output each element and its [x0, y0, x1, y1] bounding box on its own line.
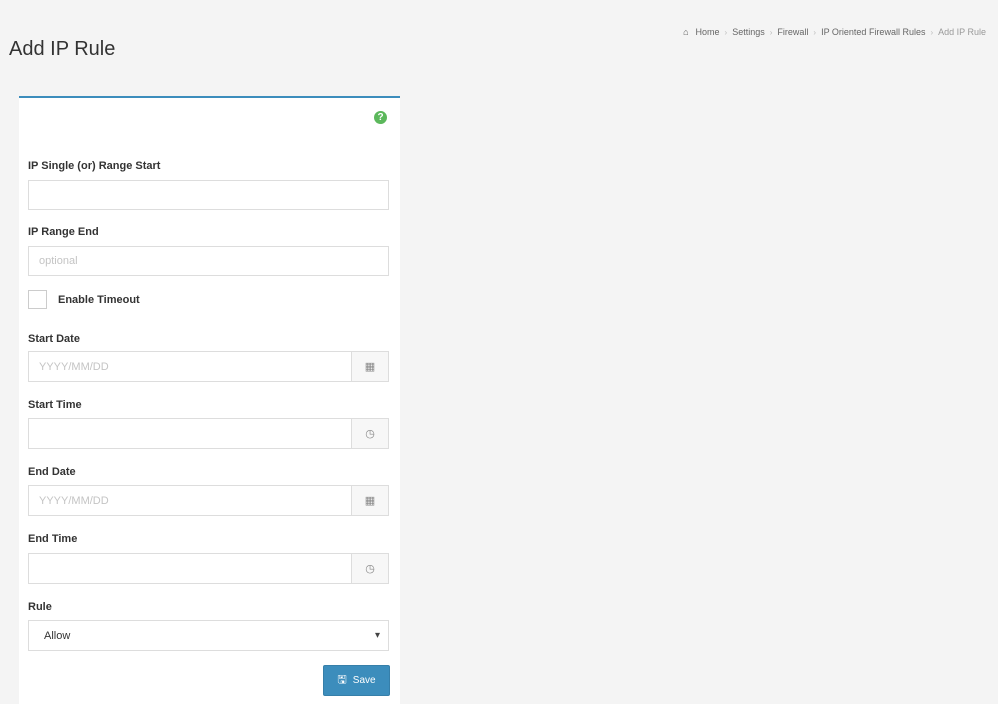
breadcrumb-separator: › — [769, 27, 773, 37]
chevron-down-icon: ▾ — [374, 630, 380, 641]
ip-start-label: IP Single (or) Range Start — [28, 160, 161, 172]
add-ip-rule-form: ? IP Single (or) Range Start IP Range En… — [19, 96, 400, 704]
breadcrumb-home[interactable]: Home — [696, 27, 720, 37]
breadcrumb-separator: › — [813, 27, 817, 37]
ip-end-label: IP Range End — [28, 226, 99, 238]
ip-start-input[interactable] — [28, 180, 389, 210]
breadcrumb-settings[interactable]: Settings — [732, 27, 765, 37]
start-time-label: Start Time — [28, 399, 82, 411]
end-time-label: End Time — [28, 533, 78, 545]
end-time-input[interactable] — [28, 553, 351, 584]
clock-icon[interactable]: ◷ — [351, 418, 389, 449]
end-date-input[interactable] — [28, 485, 351, 516]
end-date-group: ▦ — [28, 485, 389, 516]
start-date-label: Start Date — [28, 333, 80, 345]
ip-end-input[interactable] — [28, 246, 389, 276]
rule-select[interactable]: Allow ▾ — [28, 620, 389, 651]
end-time-group: ◷ — [28, 553, 389, 584]
breadcrumb-separator: › — [724, 27, 728, 37]
calendar-icon[interactable]: ▦ — [351, 485, 389, 516]
question-circle-icon[interactable]: ? — [374, 111, 387, 124]
start-date-group: ▦ — [28, 351, 389, 382]
page-title: Add IP Rule — [9, 38, 116, 60]
breadcrumb-separator: › — [930, 27, 934, 37]
end-date-label: End Date — [28, 466, 76, 478]
save-button[interactable]: 🖫 Save — [323, 665, 390, 696]
breadcrumb: ⌂ Home › Settings › Firewall › IP Orient… — [683, 27, 986, 37]
start-time-input[interactable] — [28, 418, 351, 449]
clock-icon[interactable]: ◷ — [351, 553, 389, 584]
start-time-group: ◷ — [28, 418, 389, 449]
home-icon: ⌂ — [683, 27, 689, 37]
start-date-input[interactable] — [28, 351, 351, 382]
enable-timeout-label: Enable Timeout — [58, 293, 140, 306]
breadcrumb-firewall[interactable]: Firewall — [777, 27, 808, 37]
enable-timeout-row: Enable Timeout — [28, 290, 140, 309]
save-icon: 🖫 — [337, 674, 347, 686]
breadcrumb-ip-rules[interactable]: IP Oriented Firewall Rules — [821, 27, 925, 37]
rule-selected-value: Allow — [44, 629, 71, 642]
rule-label: Rule — [28, 601, 52, 613]
breadcrumb-current: Add IP Rule — [938, 27, 986, 37]
save-button-label: Save — [352, 675, 376, 686]
calendar-icon[interactable]: ▦ — [351, 351, 389, 382]
enable-timeout-checkbox[interactable] — [28, 290, 47, 309]
